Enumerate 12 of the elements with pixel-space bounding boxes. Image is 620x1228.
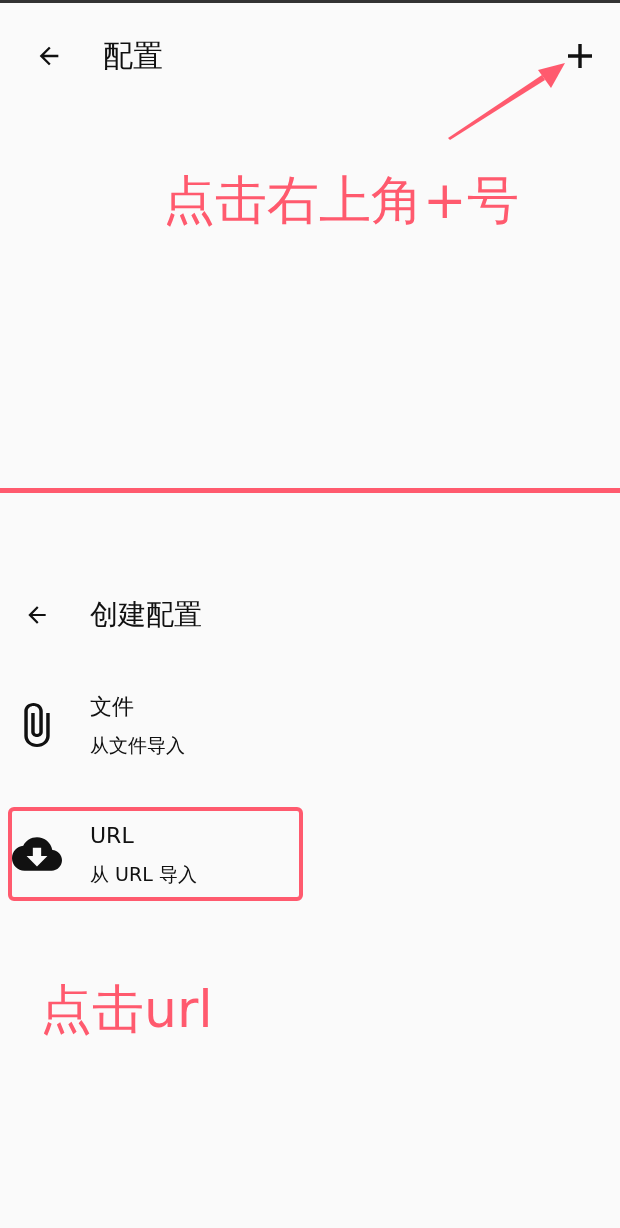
screen-title: 配置 [103,36,163,75]
option-title: 文件 [90,693,135,721]
import-option[interactable]: 文件 从文件导入 [8,678,303,772]
annotation-text: 点击url [40,979,214,1039]
screen-title: 创建配置 [90,597,202,633]
option-subtitle: 从 URL 导入 [90,862,197,887]
add-icon[interactable] [568,44,592,68]
paperclip-icon [22,703,52,747]
annotation-text: 点击右上角+号 [163,170,520,230]
import-option[interactable]: URL 从 URL 导入 [8,807,303,901]
option-title: URL [90,822,135,850]
option-subtitle: 从文件导入 [90,733,185,758]
